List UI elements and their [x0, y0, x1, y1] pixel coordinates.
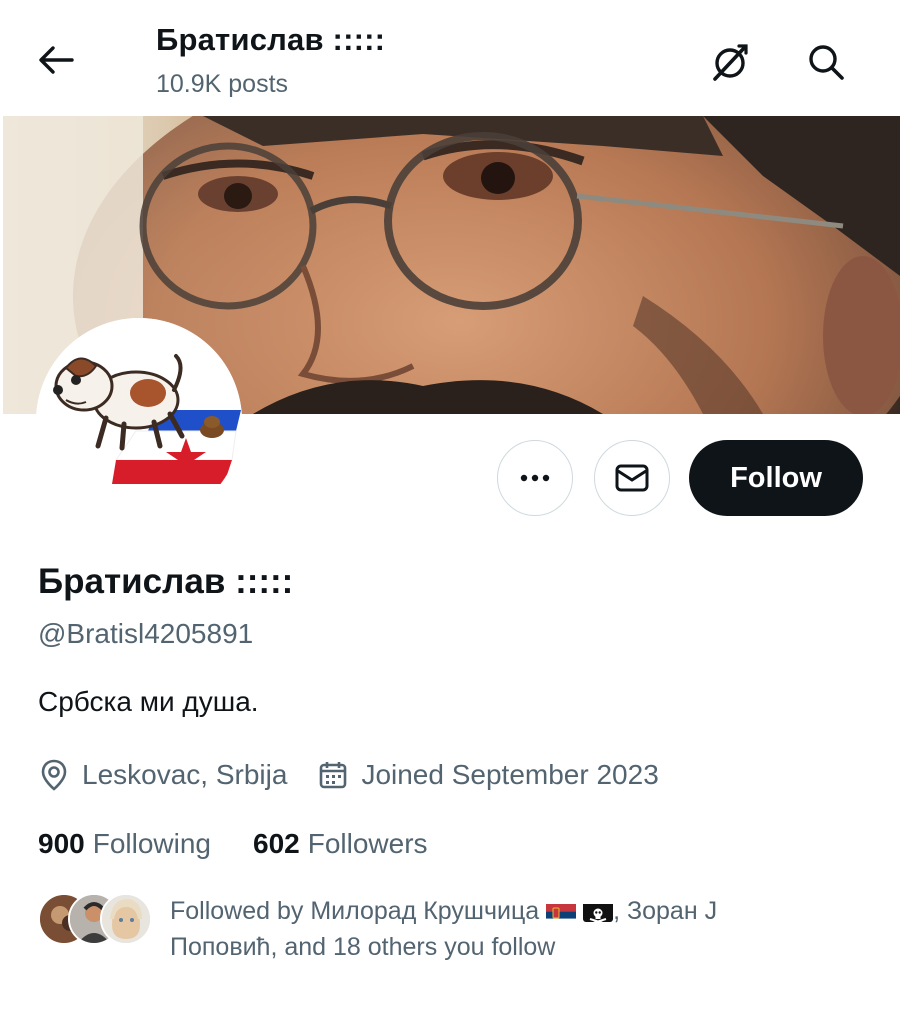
followed-by-avatars[interactable] [38, 893, 152, 945]
header-title: Братислав ::::: [156, 22, 386, 57]
back-button[interactable] [34, 38, 78, 82]
profile-location: Leskovac, Srbija [82, 759, 288, 790]
follow-button[interactable]: Follow [689, 440, 863, 516]
search-icon [809, 45, 844, 80]
followers-label: Followers [307, 828, 428, 859]
envelope-icon [615, 464, 649, 492]
following-count: 900 [38, 828, 85, 859]
profile-bio: Србска ми душа. [38, 686, 259, 717]
serbia-flag-icon [546, 900, 577, 922]
followed-by-prefix: Followed by Милорад Крушчица [170, 897, 540, 925]
following-link[interactable]: 900 Following [38, 828, 211, 860]
profile-meta: Leskovac, Srbija Joined September 2023 [38, 756, 659, 794]
back-arrow-icon [39, 46, 74, 74]
calendar-icon [317, 759, 349, 791]
profile-header: Братислав ::::: 10.9K posts [0, 0, 900, 116]
user-handle: @Bratisl4205891 [38, 618, 254, 649]
location-pin-icon [38, 759, 70, 791]
grok-icon [713, 44, 748, 81]
followers-link[interactable]: 602 Followers [253, 828, 428, 860]
display-name: Братислав ::::: [38, 562, 294, 601]
joined-date: Joined September 2023 [361, 759, 659, 790]
followed-by-text[interactable]: Followed by Милорад Крушчица , Зоран J П… [170, 893, 810, 965]
dog-flag-avatar-image [36, 318, 242, 524]
following-label: Following [92, 828, 211, 859]
follower-avatar [100, 893, 152, 945]
follow-stats: 900 Following 602 Followers [38, 828, 428, 860]
more-options-button[interactable] [497, 440, 573, 516]
message-button[interactable] [594, 440, 670, 516]
profile-avatar[interactable] [36, 318, 242, 524]
more-icon [520, 474, 550, 482]
followers-count: 602 [253, 828, 300, 859]
search-button[interactable] [802, 38, 850, 86]
pirate-flag-icon [583, 900, 614, 922]
grok-button[interactable] [706, 38, 754, 86]
posts-count: 10.9K posts [156, 70, 289, 98]
